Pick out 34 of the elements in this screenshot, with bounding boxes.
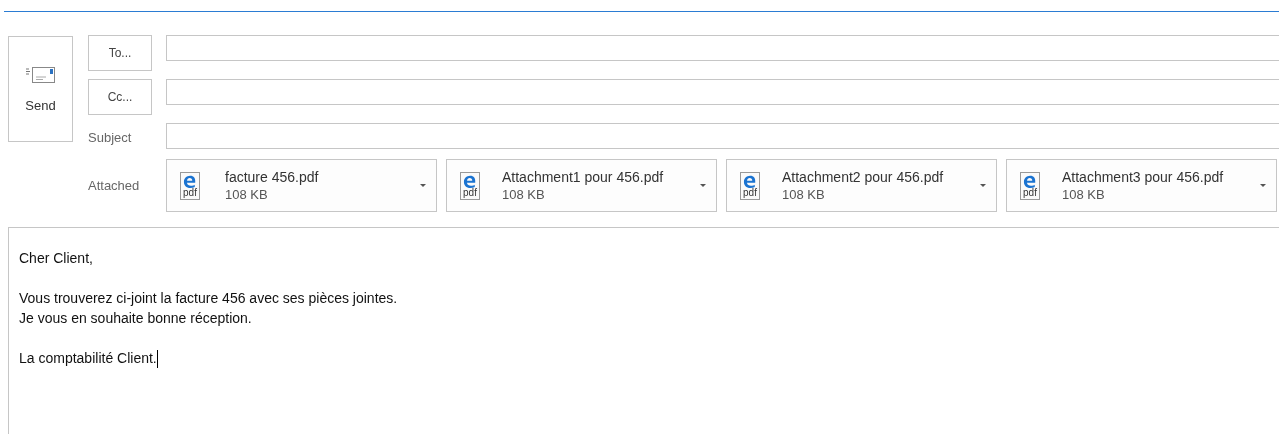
caret-icon[interactable] [420, 184, 426, 187]
attachment-chip[interactable]: pdf Attachment2 pour 456.pdf 108 KB [726, 159, 997, 212]
caret-icon[interactable] [700, 184, 706, 187]
pdf-file-icon: pdf [1020, 171, 1040, 200]
message-body[interactable]: Cher Client, Vous trouverez ci-joint la facture 456 avec ses pièces jointes. Je vous en souhaite bonne réception. La comptabilité Client. [8, 227, 1279, 434]
envelope-icon [25, 65, 56, 84]
pdf-file-icon: pdf [180, 171, 200, 200]
attachment-name: Attachment3 pour 456.pdf [1062, 169, 1225, 185]
attachment-chip[interactable]: pdf Attachment3 pour 456.pdf 108 KB [1006, 159, 1277, 212]
subject-label: Subject [88, 129, 133, 145]
attachment-name: Attachment2 pour 456.pdf [782, 169, 945, 185]
attachment-size: 108 KB [782, 187, 826, 202]
attachment-name: Attachment1 pour 456.pdf [502, 169, 665, 185]
attachment-chip[interactable]: pdf facture 456.pdf 108 KB [166, 159, 437, 212]
body-text: Cher Client, [19, 250, 93, 266]
attachment-name: facture 456.pdf [225, 169, 320, 185]
body-text: La comptabilité Client. [19, 350, 157, 366]
attached-label: Attached [88, 178, 141, 193]
body-text: Vous trouverez ci-joint la facture 456 avec ses pièces jointes. [19, 290, 398, 306]
attachment-size: 108 KB [1062, 187, 1106, 202]
send-button[interactable]: Send [8, 36, 73, 142]
cc-button[interactable]: Cc... [88, 79, 152, 115]
cc-field[interactable] [166, 79, 1279, 105]
to-button[interactable]: To... [88, 35, 152, 71]
subject-field[interactable] [166, 123, 1279, 149]
pdf-file-icon: pdf [460, 171, 480, 200]
body-text: Je vous en souhaite bonne réception. [19, 310, 252, 326]
attachment-chip[interactable]: pdf Attachment1 pour 456.pdf 108 KB [446, 159, 717, 212]
caret-icon[interactable] [980, 184, 986, 187]
attachment-size: 108 KB [502, 187, 546, 202]
attachment-size: 108 KB [225, 187, 269, 202]
caret-icon[interactable] [1260, 184, 1266, 187]
to-field[interactable] [166, 35, 1279, 61]
pdf-file-icon: pdf [740, 171, 760, 200]
